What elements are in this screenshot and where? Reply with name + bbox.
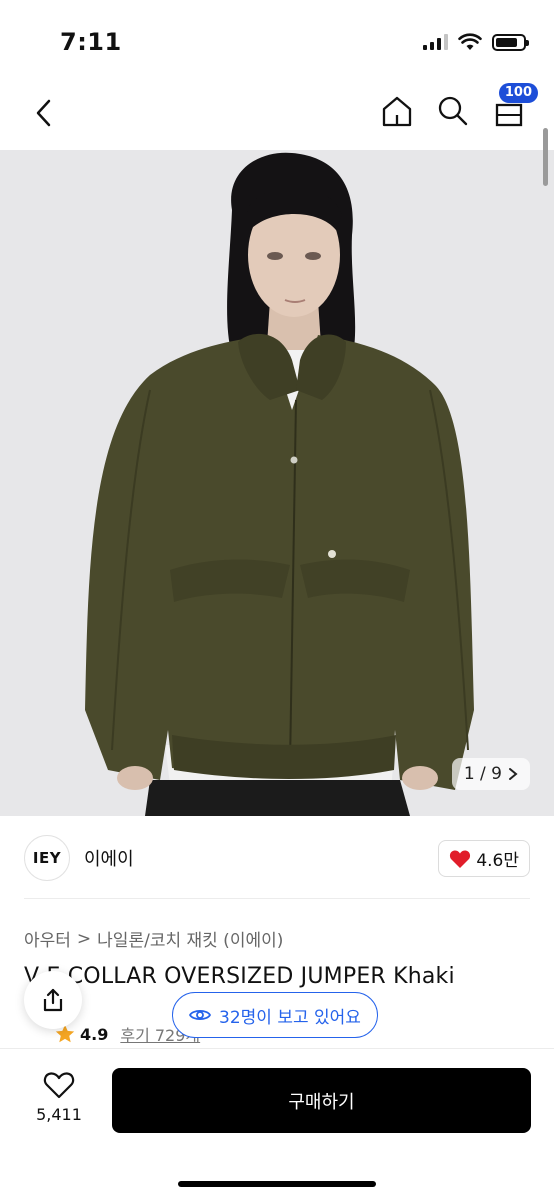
breadcrumb-subcategory[interactable]: 나일론/코치 재킷 (이에이) [97, 926, 283, 951]
heart-outline-icon [43, 1072, 75, 1099]
product-image[interactable]: 1 / 9 [0, 150, 554, 816]
rating-score: 4.9 [80, 1024, 109, 1044]
product-detail-screen: 7:11 100 1 / 9 IEY 이에이 4.6만 아우터 > 나일론/코치… [0, 0, 554, 1200]
brand-name[interactable]: 이에이 [84, 845, 134, 871]
home-button[interactable] [378, 92, 416, 130]
brand-row[interactable]: IEY 이에이 4.6만 [24, 832, 530, 884]
breadcrumb: 아우터 > 나일론/코치 재킷 (이에이) [24, 926, 283, 952]
viewers-badge: 32명이 보고 있어요 [172, 992, 378, 1038]
eye-icon [189, 1009, 211, 1021]
battery-icon [492, 33, 529, 51]
back-button[interactable] [28, 96, 58, 130]
scroll-indicator [543, 128, 548, 186]
model-in-jacket-illustration [0, 150, 554, 816]
like-button[interactable]: 4.6만 [438, 840, 530, 877]
chevron-left-icon [36, 99, 51, 127]
wifi-icon [458, 33, 482, 50]
chevron-right-icon [509, 768, 518, 780]
brand-logo[interactable]: IEY [24, 835, 70, 881]
share-icon [43, 988, 63, 1012]
status-bar: 7:11 [0, 0, 554, 82]
nav-actions: 100 [378, 83, 538, 130]
breadcrumb-category[interactable]: 아우터 [24, 926, 71, 951]
heart-filled-icon [450, 849, 471, 868]
image-counter-text: 1 / 9 [463, 764, 502, 784]
search-icon [438, 96, 468, 126]
image-counter[interactable]: 1 / 9 [451, 758, 530, 790]
home-icon [382, 96, 412, 127]
breadcrumb-separator: > [76, 928, 92, 949]
product-title: V E COLLAR OVERSIZED JUMPER Khaki [24, 964, 455, 989]
wishlist-count: 5,411 [36, 1105, 82, 1124]
wishlist-button[interactable]: 5,411 [24, 1071, 94, 1124]
bottom-action-bar: 5,411 구매하기 [0, 1048, 554, 1200]
divider [24, 898, 530, 899]
cellular-signal-icon [423, 34, 448, 50]
home-indicator [178, 1181, 376, 1187]
status-time: 7:11 [60, 28, 122, 56]
cart-button[interactable]: 100 [490, 83, 538, 130]
status-icons [423, 33, 529, 51]
search-button[interactable] [434, 92, 472, 130]
share-button[interactable] [24, 971, 82, 1029]
like-count: 4.6만 [476, 851, 519, 871]
cart-badge: 100 [498, 83, 538, 103]
buy-button[interactable]: 구매하기 [112, 1068, 531, 1133]
viewers-text: 32명이 보고 있어요 [219, 1007, 361, 1028]
nav-bar: 100 [0, 82, 554, 150]
